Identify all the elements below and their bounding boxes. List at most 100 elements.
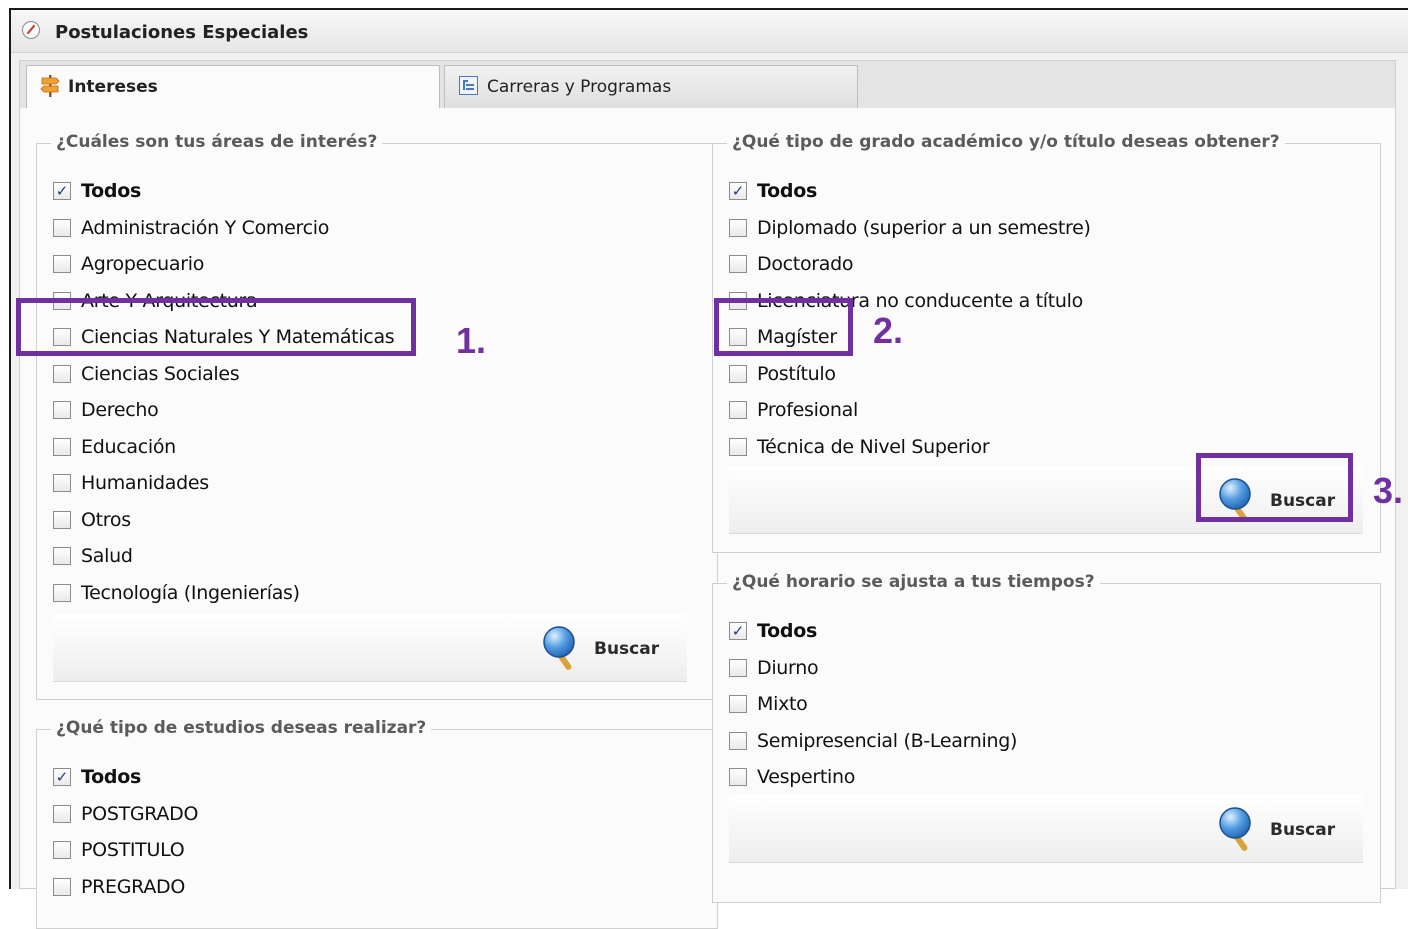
checkbox[interactable] (729, 658, 747, 677)
areas-option[interactable]: Ciencias Sociales (53, 362, 240, 386)
tab-intereses[interactable]: Intereses (26, 65, 440, 112)
tab-content-panel: ¿Cuáles son tus áreas de interés? ✓ Todos… (19, 108, 1396, 929)
areas-option[interactable]: Humanidades (53, 471, 209, 495)
horario-button-bar: Buscar (729, 795, 1363, 863)
checkbox-label: Todos (81, 766, 141, 788)
horario-option[interactable]: ✓ Todos (729, 619, 817, 643)
checkbox-label: Derecho (81, 399, 159, 421)
checkbox[interactable] (729, 401, 747, 419)
checkbox-label: Diplomado (superior a un semestre) (757, 216, 1091, 239)
step-2-label: 2. (873, 310, 904, 351)
checkbox-label: Mixto (757, 693, 808, 715)
areas-button-bar: Buscar (53, 614, 687, 682)
checkbox[interactable] (53, 841, 71, 859)
checkbox-label: Salud (81, 545, 133, 567)
checkbox-label: Técnica de Nivel Superior (757, 435, 990, 458)
areas-option[interactable]: Derecho (53, 398, 159, 422)
checkbox[interactable] (53, 364, 71, 383)
checkbox[interactable] (53, 804, 71, 823)
checkbox-label: Semipresencial (B-Learning) (757, 729, 1018, 752)
checkbox-label: Todos (757, 180, 817, 202)
checkbox[interactable] (53, 510, 71, 529)
checkbox-label: Vespertino (757, 766, 856, 788)
horario-search-button[interactable]: Buscar (1218, 803, 1338, 855)
horario-option[interactable]: Diurno (729, 656, 819, 680)
areas-search-label: Buscar (594, 639, 660, 659)
horario-legend: ¿Qué horario se ajusta a tus tiempos? (727, 572, 1100, 592)
horario-search-label: Buscar (1270, 820, 1336, 840)
tree-icon (459, 76, 478, 95)
horario-option[interactable]: Semipresencial (B-Learning) (729, 729, 1017, 753)
tab-intereses-label: Intereses (68, 77, 158, 97)
checkbox[interactable] (729, 695, 747, 713)
checkbox-label: Ciencias Sociales (81, 362, 240, 385)
checkbox[interactable] (729, 255, 747, 273)
checkbox-label: Profesional (757, 399, 858, 421)
areas-option[interactable]: Tecnología (Ingenierías) (53, 581, 300, 605)
estudios-legend: ¿Qué tipo de estudios deseas realizar? (51, 718, 432, 738)
horario-option[interactable]: Vespertino (729, 765, 855, 789)
checkbox[interactable] (53, 474, 71, 492)
checkbox[interactable] (729, 437, 747, 456)
checkbox-label: Todos (757, 620, 817, 642)
window-titlebar: Postulaciones Especiales (11, 10, 1408, 53)
checkbox[interactable] (53, 583, 71, 602)
estudios-fieldset: ¿Qué tipo de estudios deseas realizar? ✓… (36, 718, 718, 929)
checkbox-label: Administración Y Comercio (81, 216, 330, 239)
checkbox[interactable] (729, 364, 747, 383)
areas-option[interactable]: Salud (53, 544, 133, 568)
checkbox-label: POSTITULO (81, 839, 185, 861)
grado-option[interactable]: Postítulo (729, 362, 836, 386)
checkbox[interactable] (53, 437, 71, 456)
horario-fieldset: ¿Qué horario se ajusta a tus tiempos? ✓ T… (712, 572, 1381, 903)
checkbox-label: Educación (81, 435, 176, 458)
checkbox[interactable]: ✓ (729, 622, 747, 640)
horario-option[interactable]: Mixto (729, 692, 808, 716)
areas-option[interactable]: ✓ Todos (53, 179, 141, 203)
grado-option[interactable]: ✓ Todos (729, 179, 817, 203)
checkbox[interactable] (53, 401, 71, 419)
checkbox[interactable] (53, 255, 71, 273)
estudios-option[interactable]: POSTGRADO (53, 802, 198, 826)
compass-icon (22, 21, 40, 39)
checkbox[interactable] (53, 547, 71, 565)
checkbox-label: Diurno (757, 656, 819, 679)
areas-option[interactable]: Agropecuario (53, 252, 204, 276)
estudios-option[interactable]: PREGRADO (53, 875, 185, 899)
checkbox-label: Todos (81, 180, 141, 202)
estudios-option[interactable]: POSTITULO (53, 838, 185, 862)
checkbox[interactable]: ✓ (53, 182, 71, 200)
areas-option[interactable]: Educación (53, 435, 176, 459)
grado-legend: ¿Qué tipo de grado académico y/o título … (727, 132, 1285, 152)
grado-option[interactable]: Profesional (729, 398, 858, 422)
grado-option[interactable]: Técnica de Nivel Superior (729, 435, 990, 459)
checkbox-label: Agropecuario (81, 253, 205, 275)
magnifier-icon (1219, 807, 1251, 851)
checkbox[interactable] (729, 218, 747, 237)
grado-option[interactable]: Doctorado (729, 252, 854, 276)
checkbox-label: Tecnología (Ingenierías) (81, 581, 300, 604)
checkbox[interactable] (53, 877, 71, 896)
checkbox[interactable] (729, 731, 747, 750)
tab-carreras-label: Carreras y Programas (487, 77, 672, 97)
signpost-icon (40, 75, 60, 97)
highlight-buscar-grado (1196, 453, 1353, 522)
checkbox[interactable]: ✓ (53, 768, 71, 786)
highlight-ciencias-naturales (16, 298, 416, 356)
magnifier-icon (543, 626, 575, 670)
highlight-magister (714, 298, 853, 356)
estudios-option[interactable]: ✓ Todos (53, 765, 141, 789)
checkbox-label: Doctorado (757, 253, 854, 275)
checkbox[interactable] (729, 768, 747, 786)
step-1-label: 1. (456, 320, 487, 361)
areas-search-button[interactable]: Buscar (542, 622, 662, 674)
areas-fieldset: ¿Cuáles son tus áreas de interés? ✓ Todos… (36, 132, 718, 700)
areas-option[interactable]: Administración Y Comercio (53, 216, 329, 240)
areas-option[interactable]: Otros (53, 508, 131, 532)
areas-legend: ¿Cuáles son tus áreas de interés? (51, 132, 383, 152)
tab-carreras-programas[interactable]: Carreras y Programas (444, 65, 858, 110)
checkbox[interactable]: ✓ (729, 182, 747, 200)
checkbox[interactable] (53, 218, 71, 237)
checkbox-label: Postítulo (757, 362, 836, 385)
grado-option[interactable]: Diplomado (superior a un semestre) (729, 216, 1091, 240)
